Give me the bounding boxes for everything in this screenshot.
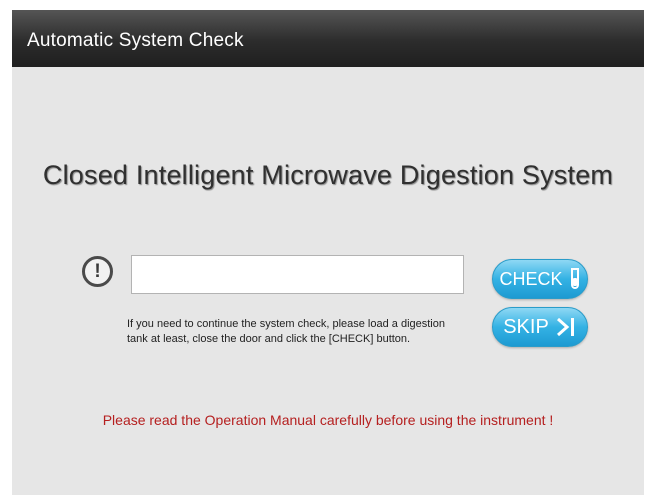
skip-button-label: SKIP (503, 315, 549, 338)
check-button[interactable]: CHECK (492, 259, 588, 299)
test-tube-icon (570, 268, 579, 289)
title-bar: Automatic System Check (12, 10, 644, 67)
instruction-text: If you need to continue the system check… (127, 317, 487, 347)
status-input[interactable] (131, 255, 464, 294)
instruction-line-2: tank at least, close the door and click … (127, 333, 411, 345)
warning-message: Please read the Operation Manual careful… (102, 412, 554, 428)
exclamation-circle-icon: ! (82, 256, 113, 287)
page-heading: Closed Intelligent Microwave Digestion S… (42, 160, 614, 190)
window-title: Automatic System Check (27, 30, 244, 51)
skip-to-end-icon (556, 317, 574, 337)
instruction-line-1: If you need to continue the system check… (127, 318, 445, 330)
skip-button[interactable]: SKIP (492, 307, 588, 347)
system-check-panel: Automatic System Check Closed Intelligen… (12, 10, 644, 495)
check-button-label: CHECK (499, 268, 563, 289)
